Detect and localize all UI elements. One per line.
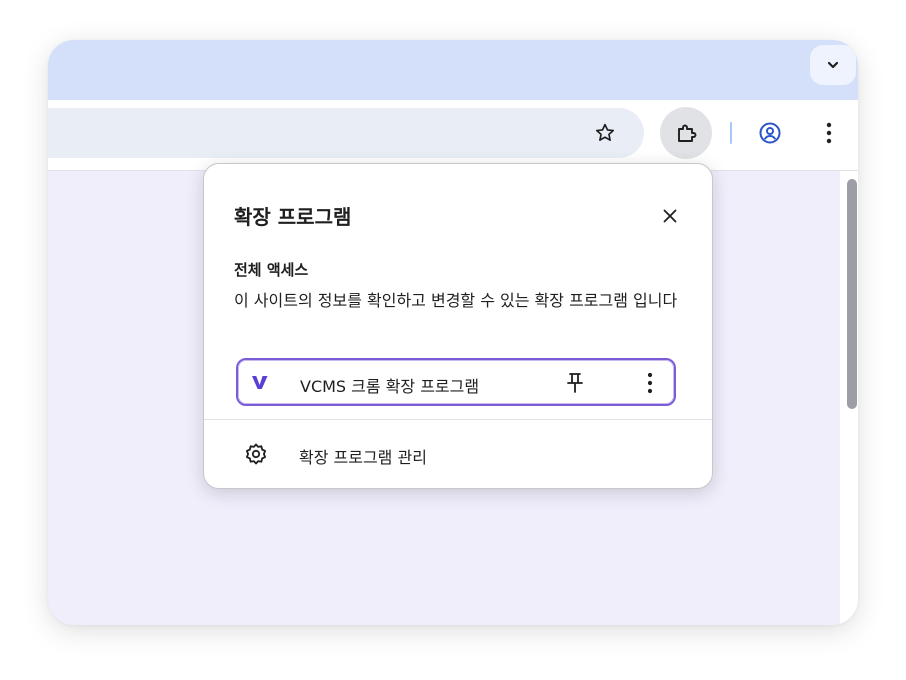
close-icon — [663, 209, 677, 223]
extension-name: VCMS 크롬 확장 프로그램 — [300, 377, 480, 396]
extension-more-button[interactable] — [636, 367, 664, 399]
chevron-down-icon — [827, 61, 839, 69]
extension-item[interactable]: VCMS 크롬 확장 프로그램 — [236, 358, 676, 406]
toolbar-separator — [730, 122, 732, 144]
puzzle-piece-icon — [678, 124, 697, 142]
bookmark-button[interactable] — [585, 113, 625, 153]
profile-button[interactable] — [750, 113, 790, 153]
pin-icon — [567, 373, 583, 393]
vcms-logo-icon — [252, 376, 268, 389]
three-dot-vertical-icon — [647, 372, 653, 394]
toolbar — [48, 100, 858, 170]
address-bar[interactable] — [48, 108, 644, 158]
extensions-button[interactable] — [660, 107, 712, 159]
manage-extensions-label: 확장 프로그램 관리 — [299, 448, 427, 467]
scrollbar-thumb[interactable] — [847, 179, 857, 409]
star-outline-icon — [595, 123, 615, 141]
manage-extensions-button[interactable]: 확장 프로그램 관리 — [204, 420, 712, 488]
three-dot-vertical-icon — [826, 122, 832, 144]
close-button[interactable] — [654, 200, 686, 232]
gear-icon — [246, 443, 266, 465]
popup-title: 확장 프로그램 — [234, 205, 352, 229]
tab-strip — [48, 40, 858, 100]
section-heading: 전체 액세스 — [234, 261, 309, 279]
account-circle-icon — [759, 122, 781, 144]
browser-menu-button[interactable] — [809, 113, 849, 153]
tab-search-button[interactable] — [810, 45, 856, 85]
pin-button[interactable] — [558, 367, 592, 399]
extensions-popup: 확장 프로그램 전체 액세스 이 사이트의 정보를 확인하고 변경할 수 있는 … — [203, 163, 713, 489]
section-description: 이 사이트의 정보를 확인하고 변경할 수 있는 확장 프로그램 입니다 — [234, 291, 678, 310]
